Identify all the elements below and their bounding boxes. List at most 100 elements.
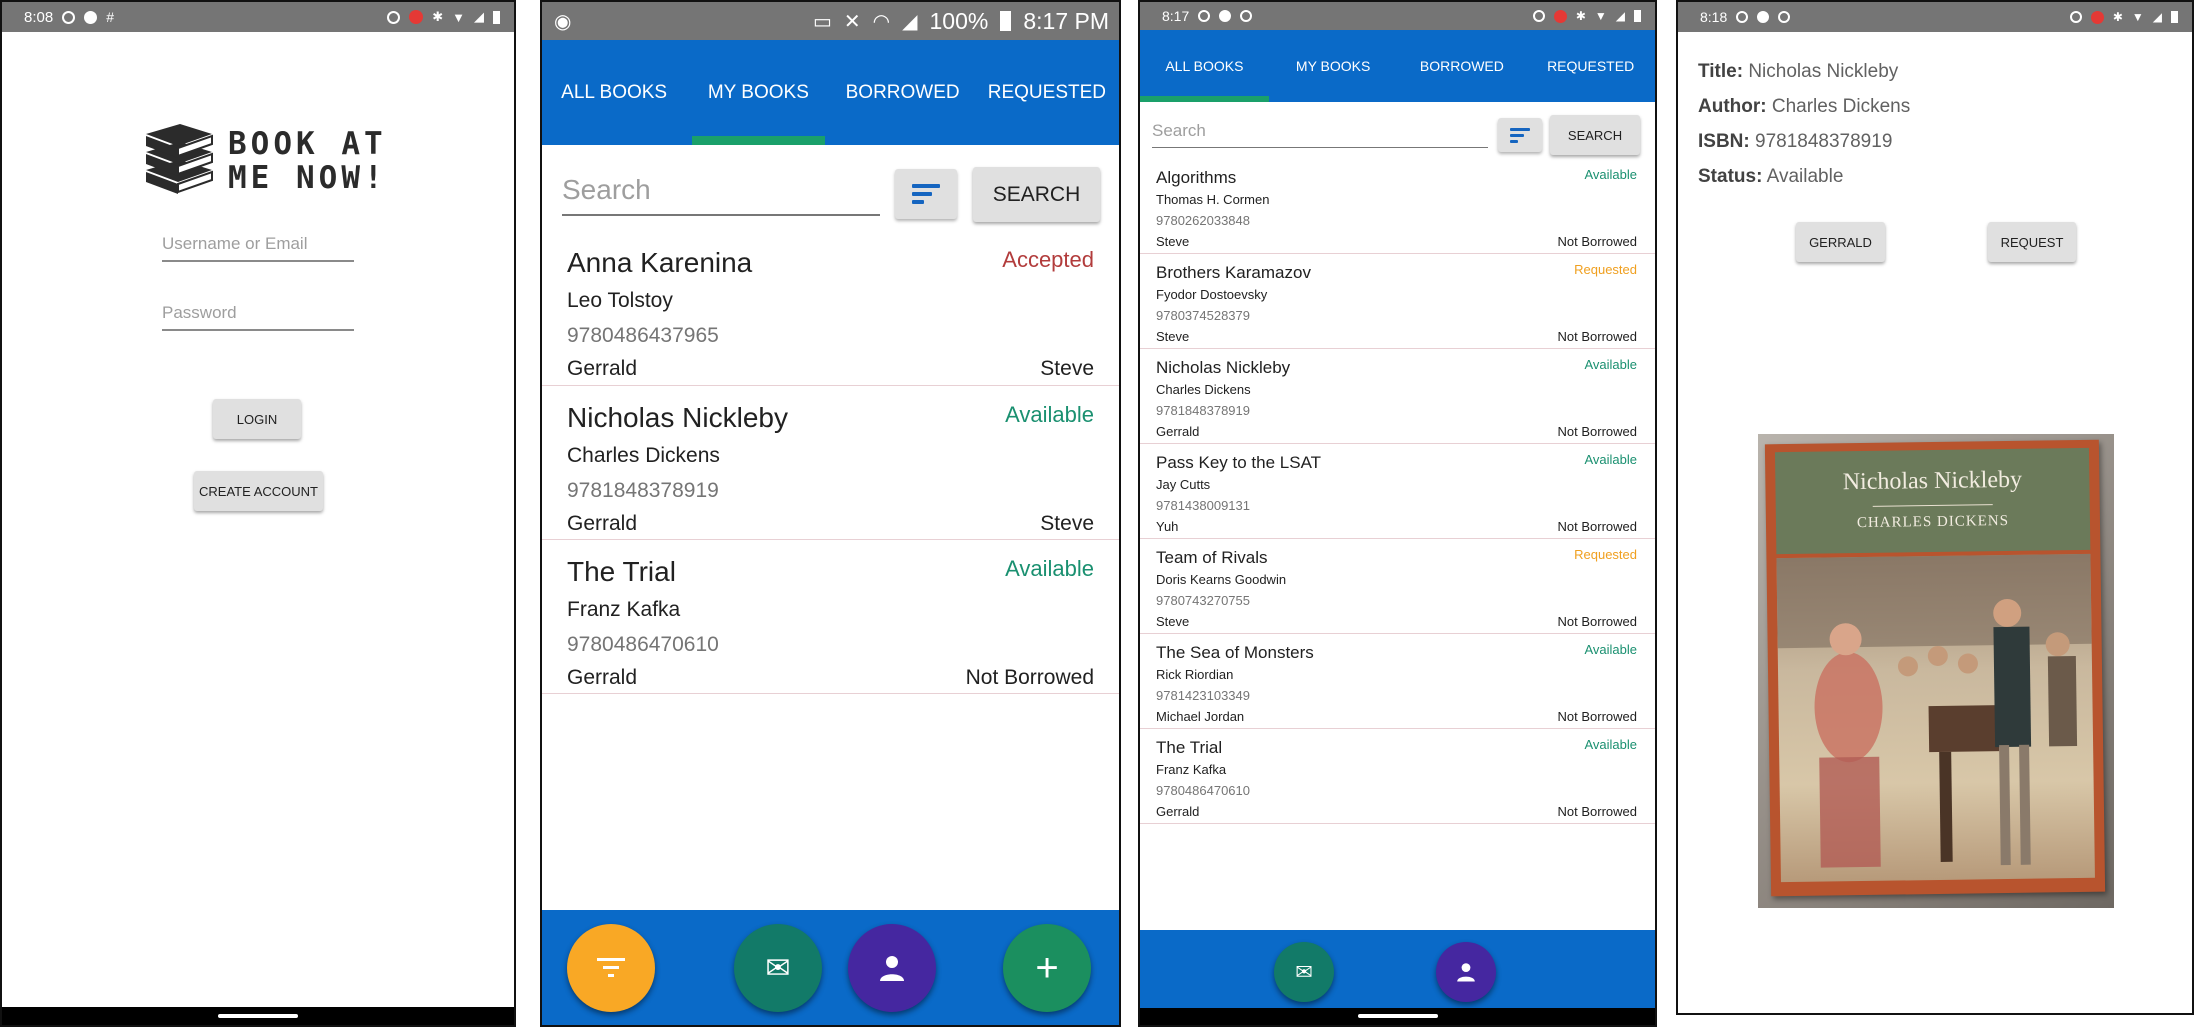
book-detail-screen: 8:18 ✱ ▼ ◢ Title: Nicholas Nickleby Auth… [1676, 0, 2194, 1015]
tab-borrowed[interactable]: BORROWED [1398, 30, 1527, 102]
book-isbn: 9780486470610 [1156, 783, 1250, 798]
search-input[interactable]: Search [562, 174, 880, 216]
messages-fab[interactable]: ✉ [1274, 942, 1334, 1002]
book-owner: Steve [1156, 234, 1190, 249]
search-input[interactable]: Search [1152, 121, 1488, 148]
list-item[interactable]: Nicholas Nickleby Available Charles Dicken… [1140, 349, 1655, 444]
book-title: Team of Rivals [1156, 548, 1268, 567]
list-item[interactable]: Nicholas Nickleby Available Charles Dick… [542, 386, 1119, 540]
list-item[interactable]: The Trial Available Franz Kafka 97804864… [542, 540, 1119, 694]
messages-fab[interactable]: ✉ [734, 924, 822, 1012]
tab-all-books[interactable]: ALL BOOKS [542, 40, 686, 145]
tab-bar: ALL BOOKS MY BOOKS BORROWED REQUESTED [542, 40, 1119, 145]
tab-label: MY BOOKS [707, 81, 809, 103]
book-owner: Steve [1156, 329, 1190, 344]
location-icon [1240, 10, 1253, 22]
plus-icon: + [1035, 945, 1059, 990]
tab-my-books[interactable]: MY BOOKS [1269, 30, 1398, 102]
book-owner: Steve [1156, 614, 1190, 629]
book-owner: Gerrald [567, 666, 638, 689]
profile-fab[interactable] [1436, 942, 1496, 1002]
status-label: Status: [1698, 166, 1763, 187]
home-handle[interactable] [218, 1014, 298, 1018]
tab-all-books[interactable]: ALL BOOKS [1140, 30, 1269, 102]
book-status: Available [1584, 167, 1637, 182]
person-icon [880, 956, 904, 981]
book-borrower: Not Borrowed [1557, 329, 1637, 344]
grid-icon: # [106, 9, 114, 25]
record-icon [409, 10, 424, 24]
tab-label: BORROWED [1419, 58, 1504, 74]
owner-button[interactable]: GERRALD [1796, 222, 1885, 262]
add-book-fab[interactable]: + [1003, 924, 1091, 1012]
home-handle[interactable] [1357, 1014, 1438, 1018]
tab-my-books[interactable]: MY BOOKS [686, 40, 830, 145]
cover-illustration [1776, 553, 2095, 883]
book-details: Title: Nicholas Nickleby Author: Charles… [1698, 54, 1910, 194]
book-borrower: Steve [1040, 512, 1094, 535]
books-stack-icon [146, 124, 213, 194]
book-author: Doris Kearns Goodwin [1156, 572, 1287, 587]
book-owner: Gerrald [1156, 804, 1200, 819]
sort-button[interactable] [895, 169, 957, 219]
filter-fab[interactable] [567, 924, 655, 1012]
illustration-figures [1776, 553, 2092, 868]
book-isbn: 9781438009131 [1156, 498, 1250, 513]
location-icon [1198, 10, 1211, 22]
mail-icon: ✉ [1295, 960, 1313, 984]
book-author: Franz Kafka [567, 598, 681, 621]
search-button[interactable]: SEARCH [1550, 115, 1640, 155]
tab-requested[interactable]: REQUESTED [1526, 30, 1655, 102]
book-borrower: Not Borrowed [1557, 424, 1637, 439]
book-status: Available [1584, 452, 1637, 467]
list-item[interactable]: Brothers Karamazov Requested Fyodor Dostoe… [1140, 254, 1655, 349]
login-button[interactable]: LOGIN [213, 399, 301, 439]
request-button[interactable]: REQUEST [1988, 222, 2076, 262]
book-status: Accepted [1002, 247, 1094, 272]
username-field[interactable]: Username or Email [162, 234, 354, 262]
clock: 8:17 PM [1023, 7, 1109, 34]
book-list: Anna Karenina Accepted Leo Tolstoy 97804… [542, 239, 1119, 694]
list-item[interactable]: The Sea of Monsters Available Rick Riordia… [1140, 634, 1655, 729]
author-value: Charles Dickens [1771, 96, 1911, 117]
sort-button[interactable] [1498, 118, 1542, 152]
eye-icon: ◉ [554, 10, 572, 33]
wifi-icon: ◠ [872, 10, 891, 33]
book-cover: Nicholas Nickleby CHARLES DICKENS [1764, 439, 2106, 897]
tab-borrowed[interactable]: BORROWED [831, 40, 975, 145]
book-owner: Yuh [1156, 519, 1179, 534]
book-isbn: 9780262033848 [1156, 213, 1250, 228]
password-field[interactable]: Password [162, 303, 354, 331]
bottom-action-bar: ✉ + [542, 910, 1119, 1025]
book-borrower: Not Borrowed [1557, 614, 1637, 629]
book-author: Franz Kafka [1156, 762, 1227, 777]
search-button[interactable]: SEARCH [973, 167, 1100, 222]
list-item[interactable]: Algorithms Available Thomas H. Cormen 97802… [1140, 159, 1655, 254]
list-item[interactable]: Pass Key to the LSAT Available Jay Cutts 97… [1140, 444, 1655, 539]
search-placeholder: Search [1152, 121, 1206, 140]
book-borrower: Not Borrowed [1557, 234, 1637, 249]
list-item[interactable]: Anna Karenina Accepted Leo Tolstoy 97804… [542, 239, 1119, 386]
isbn-row: ISBN: 9781848378919 [1698, 124, 1910, 159]
location-icon [62, 10, 76, 24]
title-value: Nicholas Nickleby [1748, 61, 1899, 82]
wifi-icon: ▼ [2131, 10, 2144, 24]
signal-icon: ◢ [1615, 9, 1625, 23]
book-title: Algorithms [1156, 168, 1237, 187]
profile-fab[interactable] [848, 924, 936, 1012]
create-account-button[interactable]: CREATE ACCOUNT [194, 471, 323, 511]
tab-requested[interactable]: REQUESTED [975, 40, 1119, 145]
wifi-icon: ▼ [1594, 9, 1607, 23]
book-borrower: Not Borrowed [1557, 519, 1637, 534]
battery-icon [1634, 10, 1641, 22]
list-item[interactable]: The Trial Available Franz Kafka 97804864706… [1140, 729, 1655, 824]
tab-bar: ALL BOOKS MY BOOKS BORROWED REQUESTED [1140, 30, 1655, 102]
list-item[interactable]: Team of Rivals Requested Doris Kearns Good… [1140, 539, 1655, 634]
author-label: Author: [1698, 96, 1767, 117]
signal-icon: ◢ [2152, 10, 2162, 24]
book-author: Charles Dickens [1156, 382, 1251, 397]
battery-icon [2171, 11, 2178, 23]
location-icon [1736, 11, 1749, 23]
book-status: Requested [1574, 262, 1637, 277]
book-status: Available [1584, 642, 1637, 657]
